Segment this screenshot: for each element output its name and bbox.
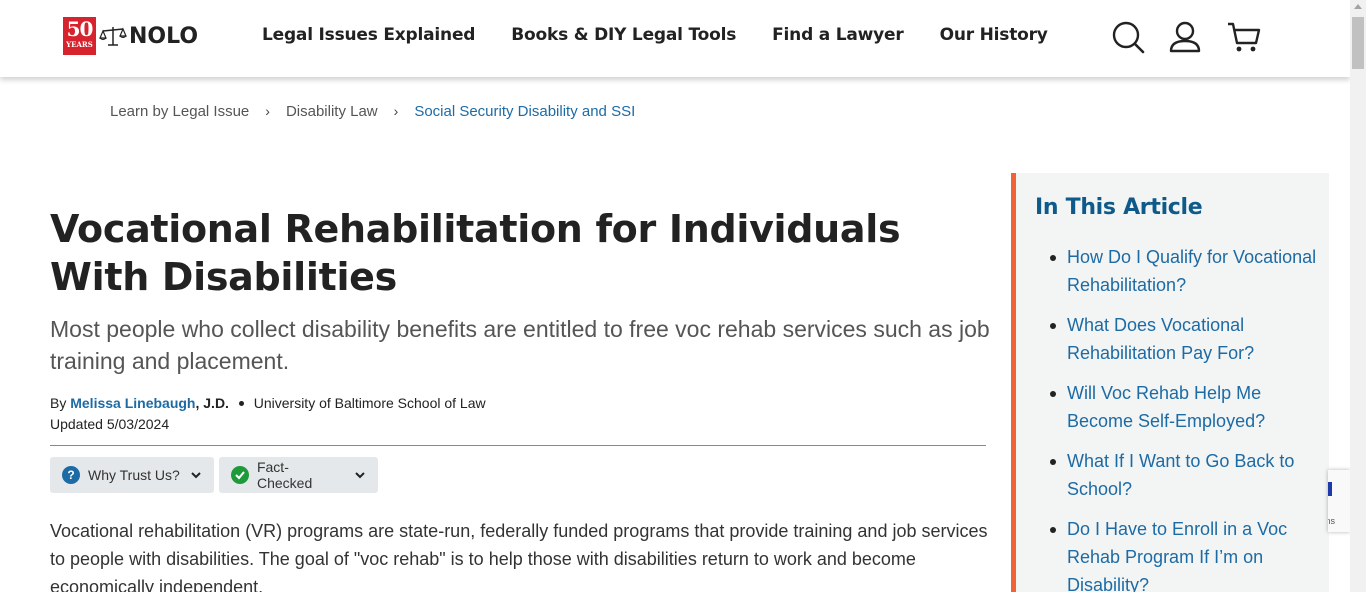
nolo-logo[interactable]: 50 YEARS NOLO bbox=[63, 17, 198, 55]
recaptcha-logo-icon bbox=[1328, 482, 1332, 496]
in-this-article-sidebar: In This Article How Do I Qualify for Voc… bbox=[1011, 173, 1329, 592]
check-circle-icon bbox=[231, 466, 249, 484]
account-icon[interactable] bbox=[1168, 20, 1202, 54]
byline-prefix: By bbox=[50, 395, 67, 411]
logo-wordmark: NOLO bbox=[129, 23, 199, 49]
breadcrumb-learn-by-issue[interactable]: Learn by Legal Issue bbox=[110, 103, 249, 120]
scrollbar-thumb[interactable] bbox=[1352, 17, 1364, 69]
breadcrumb: Learn by Legal Issue › Disability Law › … bbox=[110, 103, 635, 120]
logo-years-label: YEARS bbox=[66, 40, 93, 49]
author-link[interactable]: Melissa Linebaugh bbox=[70, 395, 195, 411]
main-nav: Legal Issues Explained Books & DIY Legal… bbox=[262, 25, 1084, 45]
page-scrollbar[interactable] bbox=[1350, 0, 1366, 592]
nav-find-lawyer[interactable]: Find a Lawyer bbox=[772, 25, 904, 45]
fact-checked-label: Fact-Checked bbox=[256, 459, 313, 491]
author-school: University of Baltimore School of Law bbox=[253, 395, 486, 411]
article-subtitle: Most people who collect disability benef… bbox=[50, 316, 990, 374]
toc-item-self-employed[interactable]: Will Voc Rehab Help Me Become Self-Emplo… bbox=[1050, 379, 1317, 435]
nav-legal-issues[interactable]: Legal Issues Explained bbox=[262, 25, 475, 45]
chevron-down-icon bbox=[355, 472, 365, 479]
nav-books-tools[interactable]: Books & DIY Legal Tools bbox=[511, 25, 736, 45]
site-header: 50 YEARS NOLO Legal Issues Explained Boo… bbox=[0, 0, 1350, 77]
toc-item-pay-for[interactable]: What Does Vocational Rehabilitation Pay … bbox=[1050, 311, 1317, 367]
scales-icon bbox=[99, 27, 127, 46]
chevron-down-icon bbox=[191, 472, 201, 479]
question-icon: ? bbox=[62, 466, 80, 484]
article-title: Vocational Rehabilitation for Individual… bbox=[50, 207, 901, 299]
cart-icon[interactable] bbox=[1227, 20, 1261, 54]
toc-list: How Do I Qualify for Vocational Rehabili… bbox=[1050, 243, 1317, 592]
breadcrumb-ssdi-ssi[interactable]: Social Security Disability and SSI bbox=[414, 103, 635, 120]
byline: By Melissa Linebaugh, J.D. University of… bbox=[50, 395, 486, 411]
fact-checked-button[interactable]: Fact-Checked bbox=[219, 457, 378, 493]
article-intro-paragraph: Vocational rehabilitation (VR) programs … bbox=[50, 521, 988, 592]
bullet-dot bbox=[238, 401, 244, 406]
fifty-years-badge: 50 YEARS bbox=[63, 17, 96, 55]
why-trust-us-button[interactable]: ? Why Trust Us? bbox=[50, 457, 214, 493]
toc-title: In This Article bbox=[1035, 195, 1203, 220]
nav-our-history[interactable]: Our History bbox=[940, 25, 1048, 45]
logo-years-number: 50 bbox=[66, 17, 94, 41]
toc-item-qualify[interactable]: How Do I Qualify for Vocational Rehabili… bbox=[1050, 243, 1317, 299]
scroll-up-arrow-icon[interactable] bbox=[1354, 4, 1362, 9]
breadcrumb-separator: › bbox=[393, 103, 399, 119]
toc-item-school[interactable]: What If I Want to Go Back to School? bbox=[1050, 447, 1317, 503]
breadcrumb-disability-law[interactable]: Disability Law bbox=[286, 103, 378, 120]
updated-date: Updated 5/03/2024 bbox=[50, 416, 170, 432]
toc-item-enroll[interactable]: Do I Have to Enroll in a Voc Rehab Progr… bbox=[1050, 515, 1317, 592]
why-trust-us-label: Why Trust Us? bbox=[88, 467, 180, 483]
search-icon[interactable] bbox=[1111, 20, 1145, 54]
byline-divider bbox=[50, 445, 986, 446]
recaptcha-badge[interactable]: rms bbox=[1328, 470, 1350, 532]
breadcrumb-separator: › bbox=[265, 103, 270, 119]
author-credential: , J.D. bbox=[195, 395, 229, 411]
recaptcha-terms-text: rms bbox=[1328, 516, 1335, 526]
